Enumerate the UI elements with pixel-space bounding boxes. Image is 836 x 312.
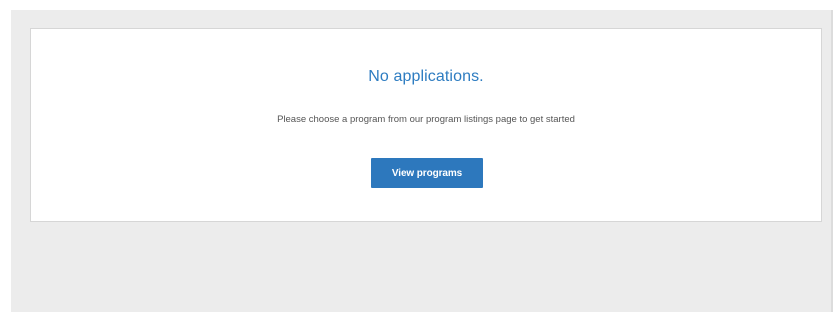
empty-state-card: No applications. Please choose a program…: [30, 28, 822, 222]
empty-state-title: No applications.: [368, 68, 484, 85]
empty-state-message: Please choose a program from our program…: [277, 114, 575, 125]
scrollbar-edge: [831, 10, 833, 312]
view-programs-button[interactable]: View programs: [371, 158, 483, 188]
